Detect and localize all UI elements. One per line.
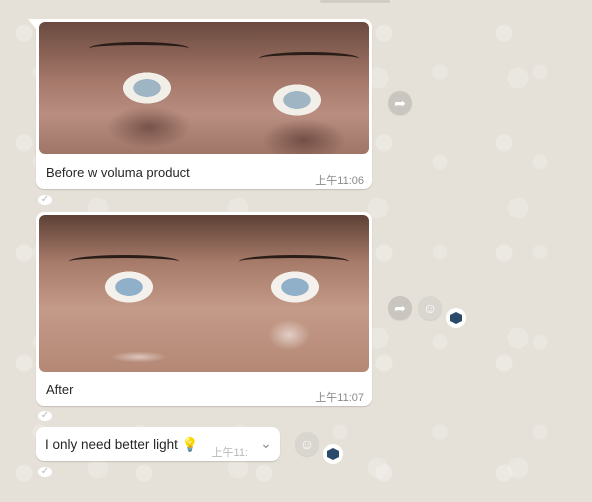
message-time: 上午11:07 [315, 392, 364, 404]
eyelash-right [239, 255, 349, 268]
eyelash-right [259, 52, 359, 65]
app-badge-icon[interactable] [446, 308, 466, 328]
message-text: I only need better light 💡 [45, 437, 199, 452]
lightbulb-emoji: 💡 [181, 437, 199, 452]
photo-before[interactable] [39, 22, 369, 154]
check-icon: ✓ [38, 467, 52, 477]
image-message-before[interactable]: Before w voluma product 上午11:06 [28, 19, 372, 189]
text-message[interactable]: I only need better light 💡 上午11: ⌄ [36, 427, 280, 461]
scroll-indicator [320, 0, 390, 3]
image-message-after[interactable]: After 上午11:07 [36, 212, 372, 406]
message-time: 上午11:06 [315, 175, 364, 187]
emoji-reaction-icon[interactable]: ☺ [418, 296, 442, 320]
message-caption: After [46, 382, 74, 397]
chevron-down-icon[interactable]: ⌄ [258, 435, 274, 451]
eyelash-left [89, 42, 189, 55]
check-icon: ✓ [38, 411, 52, 421]
bubble-tail [28, 19, 36, 29]
forward-icon[interactable]: ➦ [388, 296, 412, 320]
check-icon: ✓ [38, 195, 52, 205]
forward-icon[interactable]: ➦ [388, 91, 412, 115]
emoji-reaction-icon[interactable]: ☺ [295, 432, 319, 456]
app-badge-icon[interactable] [323, 444, 343, 464]
message-caption: Before w voluma product [46, 165, 190, 180]
eyelash-left [69, 255, 179, 268]
photo-after[interactable] [39, 215, 369, 372]
message-time: 上午11: [211, 447, 248, 459]
